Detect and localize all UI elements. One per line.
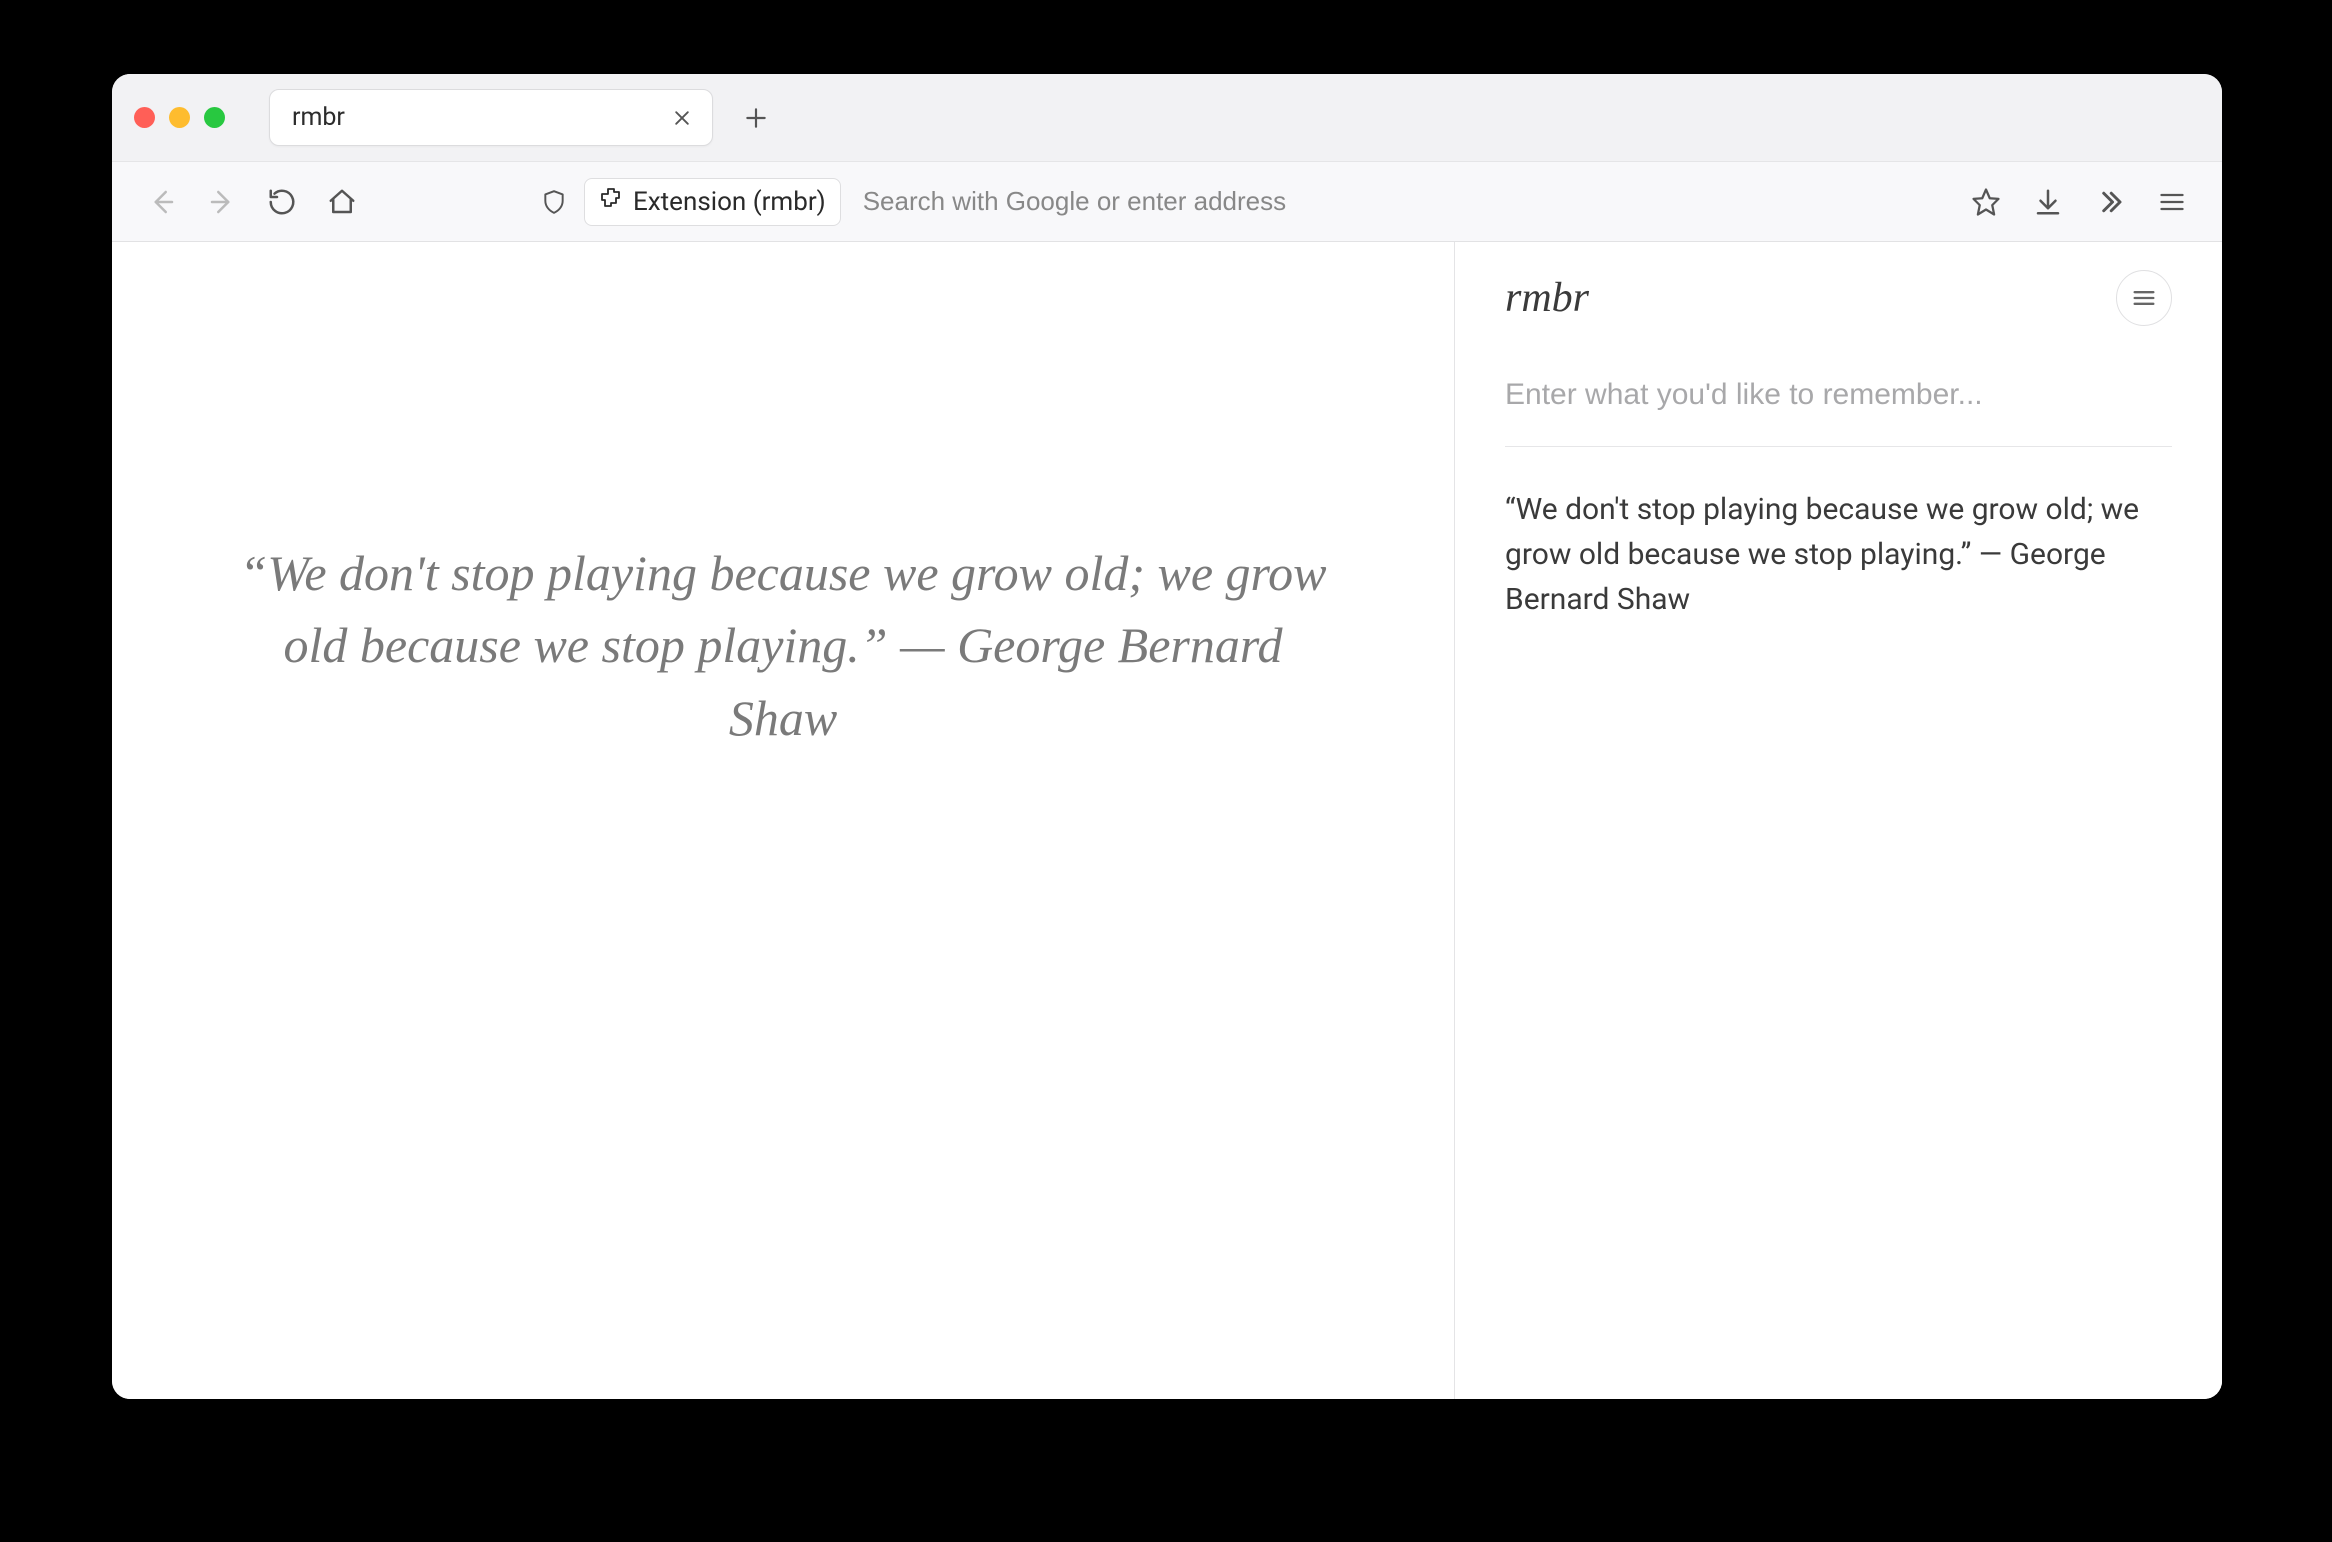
home-button[interactable] xyxy=(318,178,366,226)
main-quote-text: “We don't stop playing because we grow o… xyxy=(233,537,1333,755)
note-item[interactable]: “We don't stop playing because we grow o… xyxy=(1505,447,2172,622)
app-menu-button[interactable] xyxy=(2148,178,2196,226)
close-tab-button[interactable] xyxy=(668,104,696,132)
browser-tab[interactable]: rmbr xyxy=(269,89,713,146)
new-tab-button[interactable] xyxy=(735,97,777,139)
browser-window: rmbr xyxy=(112,74,2222,1399)
reload-button[interactable] xyxy=(258,178,306,226)
window-controls xyxy=(134,107,225,128)
shield-icon[interactable] xyxy=(534,182,574,222)
toolbar-right xyxy=(1962,178,2196,226)
toolbar: Extension (rmbr) xyxy=(112,162,2222,242)
extension-icon xyxy=(599,186,623,217)
back-button[interactable] xyxy=(138,178,186,226)
panel-menu-button[interactable] xyxy=(2116,270,2172,326)
content-area: “We don't stop playing because we grow o… xyxy=(112,242,2222,1399)
panel-title: rmbr xyxy=(1505,274,1589,322)
maximize-window-button[interactable] xyxy=(204,107,225,128)
downloads-button[interactable] xyxy=(2024,178,2072,226)
tab-title: rmbr xyxy=(292,103,668,132)
bookmark-button[interactable] xyxy=(1962,178,2010,226)
minimize-window-button[interactable] xyxy=(169,107,190,128)
address-bar-area: Extension (rmbr) xyxy=(534,178,1938,226)
panel-header: rmbr xyxy=(1505,270,2172,326)
rmbr-side-panel: rmbr “We don't stop playing because we g… xyxy=(1454,242,2222,1399)
page-main: “We don't stop playing because we grow o… xyxy=(112,242,1454,1399)
extension-chip[interactable]: Extension (rmbr) xyxy=(584,178,841,226)
close-window-button[interactable] xyxy=(134,107,155,128)
forward-button[interactable] xyxy=(198,178,246,226)
extension-label: Extension (rmbr) xyxy=(633,187,826,217)
overflow-button[interactable] xyxy=(2086,178,2134,226)
address-input[interactable] xyxy=(851,178,1938,225)
remember-input[interactable] xyxy=(1505,366,2172,447)
tab-bar: rmbr xyxy=(112,74,2222,162)
